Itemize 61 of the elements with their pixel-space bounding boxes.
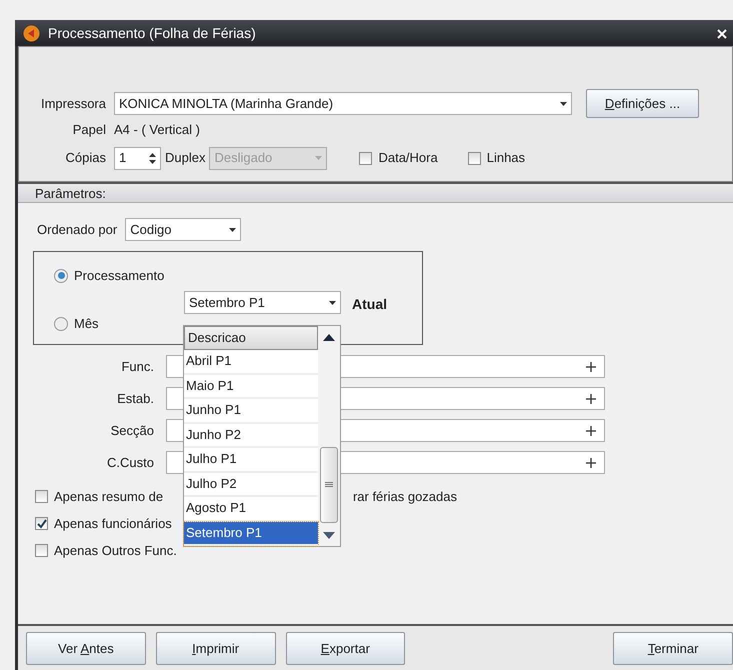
printer-select[interactable]: KONICA MINOLTA (Marinha Grande) bbox=[114, 92, 572, 115]
action-button[interactable]: Imprimir bbox=[156, 632, 276, 665]
checkbox[interactable] bbox=[359, 152, 372, 164]
field-label: Papel bbox=[72, 121, 106, 139]
action-button[interactable]: Ver Antes bbox=[26, 632, 146, 665]
field-label: C.Custo bbox=[106, 454, 154, 472]
window-title: Processamento (Folha de Férias) bbox=[48, 24, 256, 43]
checkbox[interactable] bbox=[35, 544, 48, 557]
radio-label: Processamento bbox=[74, 267, 164, 285]
caret-icon bbox=[560, 102, 567, 106]
list-item[interactable]: Julho P2 bbox=[184, 472, 318, 497]
list-item[interactable]: Agosto P1 bbox=[184, 497, 318, 522]
plus-icon[interactable] bbox=[586, 458, 596, 468]
current-label: Atual bbox=[352, 295, 387, 314]
radio-label: Mês bbox=[74, 315, 99, 333]
caret-icon bbox=[329, 300, 336, 304]
radio-button[interactable] bbox=[54, 316, 68, 331]
checkbox-label: rar férias gozadas bbox=[352, 488, 457, 506]
close-icon[interactable] bbox=[717, 28, 727, 39]
field-label: Impressora bbox=[40, 94, 106, 113]
section-title: Parâmetros: bbox=[35, 186, 106, 201]
spin-arrows-icon[interactable] bbox=[149, 152, 156, 164]
checkbox[interactable] bbox=[35, 490, 48, 503]
checkbox-label: Apenas Outros Func. bbox=[54, 542, 177, 560]
action-button[interactable]: Exportar bbox=[286, 632, 406, 665]
caret-icon bbox=[315, 156, 322, 160]
copies-spinner[interactable]: 1 bbox=[114, 146, 161, 170]
field-label: Cópias bbox=[64, 149, 106, 168]
checkbox-label: Data/Hora bbox=[378, 149, 438, 168]
caret-icon bbox=[229, 228, 236, 232]
field-label: Secção bbox=[110, 422, 154, 440]
scrollbar-thumb[interactable] bbox=[320, 447, 338, 523]
column-header: Descricao bbox=[184, 326, 318, 350]
field-label: Func. bbox=[120, 358, 154, 376]
list-item[interactable]: Setembro P1 bbox=[184, 522, 318, 546]
field-label: Duplex bbox=[165, 149, 206, 168]
duplex-select: Desligado bbox=[209, 146, 328, 170]
scroll-down-icon[interactable] bbox=[323, 532, 335, 539]
field-label: Estab. bbox=[116, 390, 154, 408]
list-item[interactable]: Abril P1 bbox=[184, 350, 318, 374]
checkbox[interactable] bbox=[468, 152, 481, 164]
scroll-up-icon[interactable] bbox=[323, 334, 335, 341]
checkbox-label: Linhas bbox=[486, 149, 526, 168]
radio-button[interactable] bbox=[54, 268, 68, 283]
paper-value: A4 - ( Vertical ) bbox=[114, 121, 200, 139]
plus-icon[interactable] bbox=[586, 362, 596, 372]
order-select[interactable]: Codigo bbox=[125, 218, 242, 241]
checkbox[interactable] bbox=[35, 517, 48, 530]
plus-icon[interactable] bbox=[586, 394, 596, 404]
list-item[interactable]: Julho P1 bbox=[184, 448, 318, 472]
app-logo-icon bbox=[23, 24, 40, 42]
list-item[interactable]: Junho P1 bbox=[184, 399, 318, 424]
checkbox-label: Apenas resumo de bbox=[54, 488, 164, 506]
plus-icon[interactable] bbox=[586, 426, 596, 436]
settings-button[interactable]: Definições ... bbox=[586, 89, 699, 118]
list-item[interactable]: Junho P2 bbox=[184, 424, 318, 448]
checkbox-label: Apenas funcionários bbox=[54, 514, 172, 533]
action-button[interactable]: Terminar bbox=[613, 632, 733, 665]
list-item[interactable]: Maio P1 bbox=[184, 374, 318, 399]
field-label: Ordenado por bbox=[37, 220, 118, 239]
month-select[interactable]: Setembro P1 bbox=[184, 291, 341, 314]
